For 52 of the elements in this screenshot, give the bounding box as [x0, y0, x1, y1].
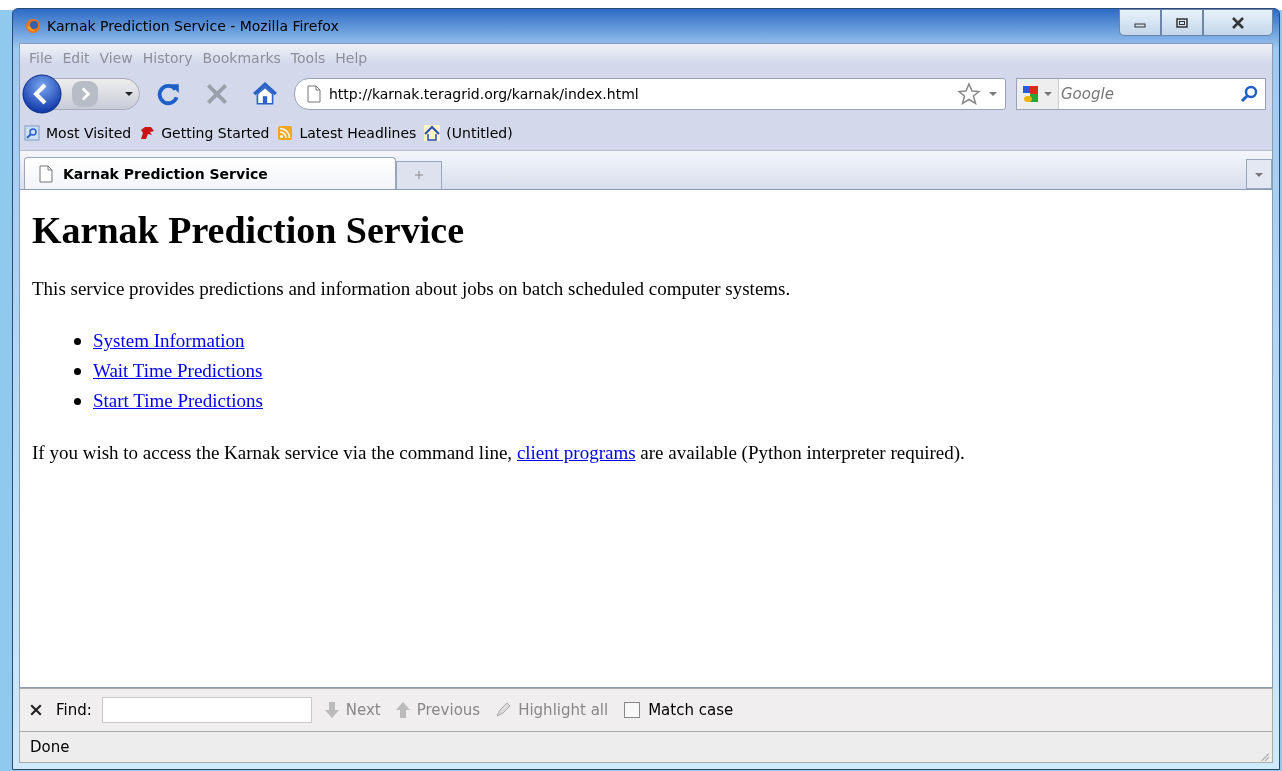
dropdown-icon[interactable]: [125, 90, 133, 98]
page-link[interactable]: Wait Time Predictions: [93, 360, 263, 382]
find-field[interactable]: [101, 697, 312, 723]
down-arrow-icon: [323, 701, 340, 719]
close-icon: [1230, 16, 1246, 29]
minimize-button[interactable]: [1119, 9, 1161, 36]
maximize-icon: [1175, 17, 1189, 28]
maximize-button[interactable]: [1161, 9, 1203, 36]
bookmark-item[interactable]: (Untitled): [424, 125, 513, 141]
bullet-icon: [74, 337, 81, 345]
bullet-icon: [74, 367, 81, 375]
body-text: are available (Python interpreter required).: [640, 442, 965, 463]
firefox-logo-icon: [25, 18, 41, 34]
close-button[interactable]: [1203, 9, 1273, 36]
page-link[interactable]: client programs: [516, 442, 636, 463]
search-icon[interactable]: [1239, 84, 1259, 104]
bookmark-item[interactable]: Most Visited: [24, 125, 132, 141]
search-engine-button[interactable]: [1017, 79, 1059, 109]
google-logo-icon: [1023, 85, 1039, 103]
house-icon: [424, 125, 441, 141]
back-icon[interactable]: [22, 74, 62, 114]
highlighter-icon: [494, 701, 513, 719]
find-label: Find:: [56, 701, 92, 719]
resize-grip-icon[interactable]: [1258, 750, 1270, 762]
window-title: Karnak Prediction Service - Mozilla Firefox: [47, 18, 339, 34]
bookmark-item[interactable]: Latest Headlines: [277, 125, 417, 141]
magnifier-icon: [24, 125, 40, 141]
plus-icon: [414, 170, 424, 180]
search-field[interactable]: Google: [1016, 78, 1266, 110]
reload-icon[interactable]: [156, 81, 182, 107]
page-heading: Karnak Prediction Service: [32, 208, 465, 252]
page-icon: [39, 164, 53, 183]
intro-text: This service provides predictions and information about jobs on batch scheduled computer systems.: [32, 278, 792, 300]
page-link[interactable]: Start Time Predictions: [93, 390, 263, 412]
up-arrow-icon: [394, 701, 411, 719]
page-icon: [307, 85, 321, 103]
body-text: If you wish to access the Karnak service via the command line,: [32, 442, 513, 463]
dinosaur-icon: [139, 125, 156, 141]
bullet-icon: [74, 397, 81, 405]
match-case-label: Match case: [648, 701, 734, 719]
page-link[interactable]: System Information: [93, 330, 245, 352]
dropdown-icon: [1044, 90, 1052, 98]
match-case-checkbox[interactable]: [624, 702, 641, 718]
close-icon[interactable]: [30, 704, 42, 716]
browser-tab[interactable]: Karnak Prediction Service: [24, 157, 396, 189]
caret-icon: [1255, 170, 1263, 179]
home-icon[interactable]: [252, 81, 278, 107]
status-text: Done: [30, 738, 70, 756]
bookmark-item[interactable]: Getting Started: [139, 125, 270, 141]
address-bar[interactable]: http://karnak.teragrid.org/karnak/index.html: [294, 78, 1006, 110]
feed-icon: [277, 125, 294, 141]
star-icon[interactable]: [957, 82, 981, 106]
